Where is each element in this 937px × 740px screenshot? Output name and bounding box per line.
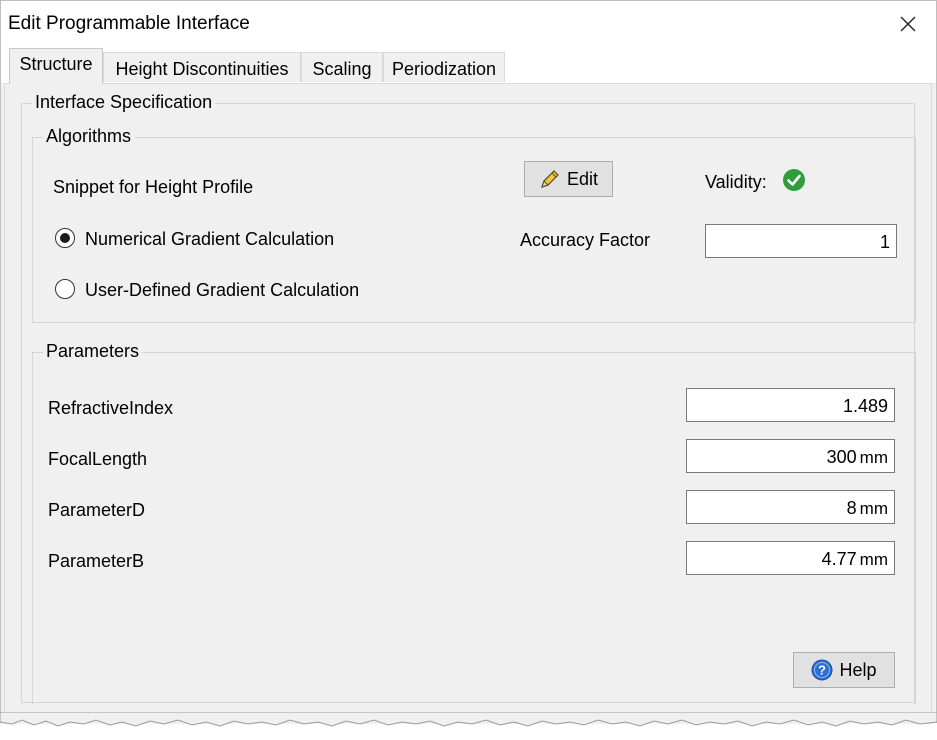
parameter-value-text: 1.489 [842,396,888,416]
group-label: Algorithms [43,126,135,147]
tab-label: Height Discontinuities [115,59,289,79]
parameter-name-focallength: FocalLength [48,449,148,469]
structure-tab-page: Interface Specification Algorithms Snipp… [4,83,932,724]
validity-label: Validity: [705,172,767,192]
accuracy-factor-input[interactable]: 1 [705,224,897,258]
tab-periodization[interactable]: Periodization [383,52,505,82]
parameter-value-text: 8 [846,498,857,518]
radio-numerical-label: Numerical Gradient Calculation [85,229,335,249]
svg-text:?: ? [819,663,827,678]
torn-edge [0,712,937,727]
parameter-value-focallength[interactable]: 300 mm [686,439,895,473]
pencil-icon [541,170,559,188]
accuracy-factor-value: 1 [879,232,890,252]
parameter-value-parameterb[interactable]: 4.77 mm [686,541,895,575]
parameter-name-parameterb: ParameterB [48,551,145,571]
window-title: Edit Programmable Interface [8,13,250,34]
tab-label: Scaling [312,59,372,79]
tab-structure[interactable]: Structure [9,48,103,84]
interface-specification-group: Interface Specification Algorithms Snipp… [21,92,916,704]
tab-scaling[interactable]: Scaling [301,52,383,82]
algorithms-group: Algorithms Snippet for Height Profile Ed… [32,126,916,323]
parameter-value-refractiveindex[interactable]: 1.489 [686,388,895,422]
close-button[interactable] [880,1,936,47]
parameter-unit: mm [859,448,888,467]
parameter-value-text: 300 [826,447,857,467]
tab-strip: Structure Height Discontinuities Scaling… [1,47,936,84]
parameter-name-refractiveindex: RefractiveIndex [48,398,174,418]
edit-programmable-interface-dialog: Edit Programmable Interface Structure He… [0,0,937,724]
parameter-unit: mm [859,550,888,569]
radio-user-defined-label: User-Defined Gradient Calculation [85,280,360,300]
help-button[interactable]: ? Help [793,652,895,688]
tab-height-discontinuities[interactable]: Height Discontinuities [103,52,301,82]
tab-label: Structure [19,54,93,74]
checkmark-circle-icon [783,169,805,191]
radio-numerical-gradient[interactable] [55,228,75,248]
help-button-label: Help [839,659,877,680]
tab-label: Periodization [391,59,497,79]
parameter-value-parameterd[interactable]: 8 mm [686,490,895,524]
parameters-group: Parameters RefractiveIndex 1.489 FocalLe… [32,341,916,704]
title-bar: Edit Programmable Interface [1,1,936,47]
snippet-label: Snippet for Height Profile [53,177,254,197]
group-label: Interface Specification [32,92,216,113]
radio-selected-dot [60,233,70,243]
group-label: Parameters [43,341,143,362]
parameter-name-parameterd: ParameterD [48,500,146,520]
parameter-unit: mm [859,499,888,518]
edit-button-label: Edit [566,168,599,189]
parameter-value-text: 4.77 [821,549,857,569]
help-icon: ? [811,659,833,681]
close-icon [900,16,916,32]
radio-user-defined-gradient[interactable] [55,279,75,299]
edit-button[interactable]: Edit [524,161,613,197]
accuracy-factor-label: Accuracy Factor [520,230,651,250]
